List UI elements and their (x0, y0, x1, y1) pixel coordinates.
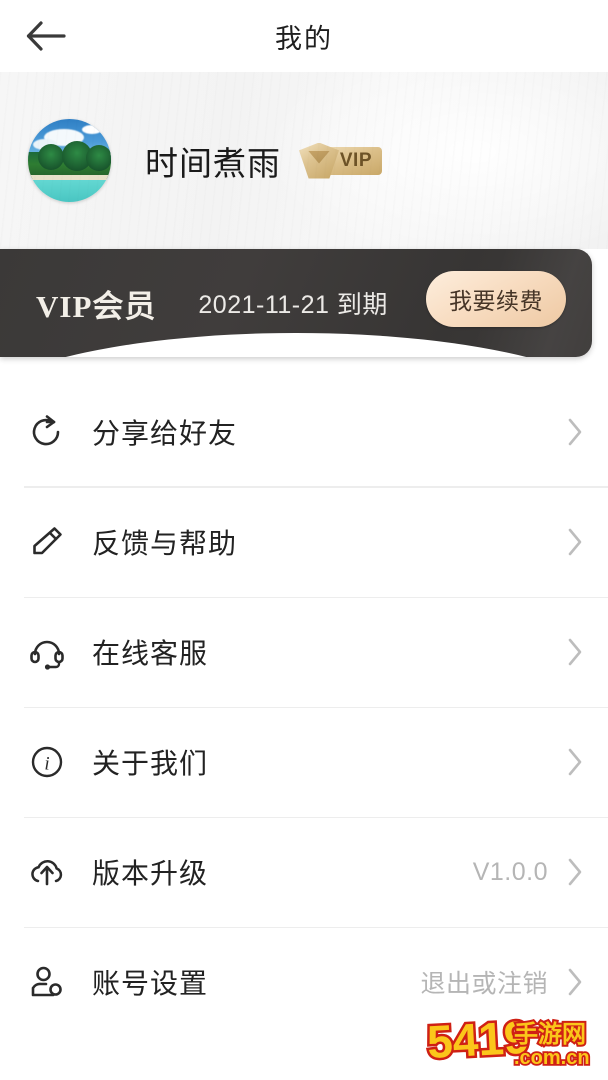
avatar[interactable] (28, 119, 111, 202)
svg-text:i: i (44, 754, 49, 775)
pencil-icon (24, 519, 70, 565)
menu-item-label: 反馈与帮助 (92, 528, 238, 559)
watermark-domain: .com.cn (514, 1047, 590, 1069)
chevron-right-icon (564, 635, 586, 669)
menu-item-value: 退出或注销 (420, 970, 548, 998)
chevron-right-icon (564, 415, 586, 449)
username: 时间煮雨 (145, 144, 281, 182)
menu-item-label: 在线客服 (92, 638, 209, 669)
chevron-right-icon (564, 855, 586, 889)
back-button[interactable] (20, 10, 72, 62)
menu-item-label: 关于我们 (92, 748, 209, 779)
menu-item-account-settings[interactable]: 账号设置 退出或注销 (0, 927, 608, 1037)
share-circle-arrow-icon (24, 409, 70, 455)
banner-curve-decoration (0, 333, 592, 357)
avatar-cloud (82, 125, 102, 134)
profile-section[interactable]: 时间煮雨 VIP (0, 72, 608, 249)
navigation-bar: 我的 (0, 0, 608, 72)
vip-banner-title: VIP会员 (36, 288, 157, 324)
menu-item-version-upgrade[interactable]: 版本升级 V1.0.0 (0, 817, 608, 927)
vip-banner[interactable]: VIP会员 2021-11-21 到期 我要续费 (0, 249, 592, 357)
menu-item-label: 分享给好友 (92, 418, 238, 449)
vip-banner-container: VIP会员 2021-11-21 到期 我要续费 (0, 249, 608, 377)
avatar-palm (38, 143, 64, 170)
page-title: 我的 (275, 23, 333, 54)
chevron-right-icon (564, 965, 586, 999)
mine-page: 我的 时间煮雨 VIP VIP会员 2021-11-21 到期 我要续费 分享给… (0, 0, 608, 1080)
menu-item-about[interactable]: i 关于我们 (0, 707, 608, 817)
menu-item-customer-service[interactable]: 在线客服 (0, 597, 608, 707)
vip-badge-label: VIP (339, 149, 372, 171)
user-settings-icon (24, 959, 70, 1005)
vip-expiry-text: 2021-11-21 到期 (198, 291, 388, 319)
avatar-palm (86, 144, 111, 171)
menu-item-value: V1.0.0 (472, 857, 548, 886)
avatar-sea (28, 180, 111, 202)
headset-icon (24, 629, 70, 675)
menu-item-label: 账号设置 (92, 968, 209, 999)
chevron-right-icon (564, 745, 586, 779)
menu-item-label: 版本升级 (92, 858, 209, 889)
menu-item-share[interactable]: 分享给好友 (0, 377, 608, 487)
settings-menu: 分享给好友 反馈与帮助 在线客服 i 关于我们 版本升级 V1.0.0 账号设置… (0, 377, 608, 1037)
menu-item-feedback[interactable]: 反馈与帮助 (0, 487, 608, 597)
renew-button[interactable]: 我要续费 (426, 271, 566, 327)
arrow-left-icon (26, 21, 66, 51)
vip-badge: VIP (299, 141, 382, 181)
info-circle-icon: i (24, 739, 70, 785)
cloud-upload-icon (24, 849, 70, 895)
chevron-right-icon (564, 525, 586, 559)
